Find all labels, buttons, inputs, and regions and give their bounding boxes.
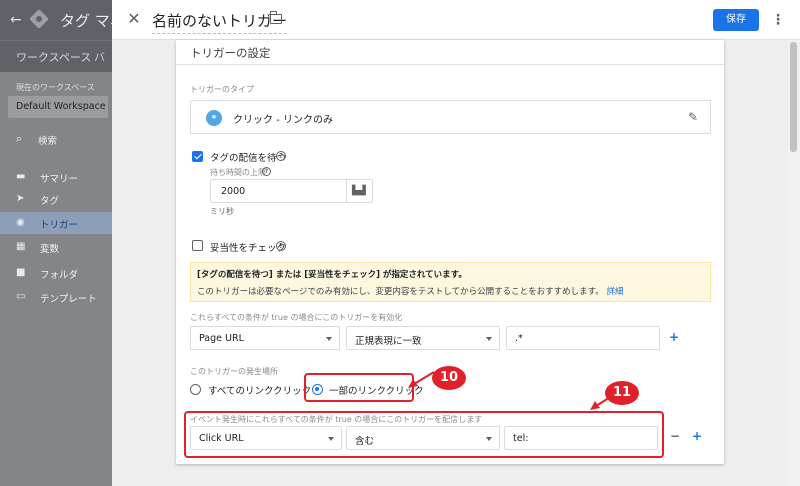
help-icon[interactable]: ? [276, 241, 286, 251]
enable-variable-select[interactable]: Page URL [190, 326, 340, 350]
trigger-icon: ◉ [16, 217, 25, 228]
max-wait-input[interactable]: 2000 ▙▟ [210, 179, 373, 203]
tag-icon: ➤ [16, 193, 25, 204]
highlight-box-11 [184, 411, 664, 458]
notice-details-link[interactable]: 詳細 [606, 287, 623, 297]
trigger-config-card: トリガーの設定 トリガーのタイプ ⚭ クリック - リンクのみ ✎ タグの配信を… [176, 40, 724, 464]
variable-picker-icon[interactable]: ▙▟ [352, 186, 368, 196]
add-condition-icon[interactable]: + [669, 330, 679, 344]
link-icon: ⚭ [206, 110, 222, 126]
enable-conditions-label: これらすべての条件が true の場合にこのトリガーを有効化 [190, 313, 403, 322]
bg-workspace-label: 現在のワークスペース [16, 83, 95, 92]
add-condition-icon[interactable]: + [692, 429, 702, 443]
trigger-type-label: トリガーのタイプ [190, 85, 254, 94]
gtm-logo-icon [29, 9, 49, 29]
highlight-box-10 [304, 373, 414, 402]
template-icon: ▭ [16, 291, 26, 302]
dropdown-caret-icon [486, 337, 492, 341]
trigger-name-field[interactable]: 名前のないトリガー [152, 10, 288, 34]
card-divider [176, 64, 724, 65]
trigger-type-selector[interactable]: ⚭ クリック - リンクのみ ✎ [190, 100, 711, 134]
save-button[interactable]: 保存 [713, 9, 759, 31]
bg-search: ⌕ 検索 [16, 132, 58, 147]
help-icon[interactable]: ? [276, 151, 286, 161]
bg-nav-tags: ➤ タグ [16, 193, 60, 207]
enable-value-input[interactable]: .* [506, 326, 660, 350]
unit-label: ミリ秒 [210, 207, 234, 216]
edit-pencil-icon[interactable]: ✎ [688, 110, 698, 124]
variable-icon: ▦ [16, 241, 26, 252]
more-vert-icon[interactable]: ⋮ [770, 9, 786, 31]
bg-workspace-selector: Default Workspace [8, 96, 108, 118]
remove-condition-icon[interactable]: − [670, 429, 680, 443]
enable-operator-select[interactable]: 正規表現に一致 [346, 326, 500, 350]
annotation-badge-10: 10 [432, 366, 466, 390]
folder-icon: ■ [16, 267, 26, 278]
summary-icon: ▬ [16, 171, 26, 182]
radio-all-label: すべてのリンククリック [208, 386, 312, 397]
close-icon[interactable]: ✕ [124, 9, 144, 29]
trigger-type-value: クリック - リンクのみ [233, 115, 333, 126]
search-icon: ⌕ [16, 132, 23, 145]
help-icon[interactable]: ? [262, 167, 271, 176]
bg-nav-summary: ▬ サマリー [16, 171, 79, 185]
scrollbar-thumb[interactable] [790, 42, 797, 152]
bg-nav-triggers: ◉ トリガー [0, 212, 112, 234]
notice-body: このトリガーは必要なページでのみ有効にし、変更内容をテストしてから公開することを… [197, 287, 624, 297]
dropdown-caret-icon [326, 337, 332, 341]
wait-for-tags-checkbox[interactable] [192, 151, 203, 162]
validation-notice: [タグの配信を待つ] または [妥当性をチェック] が指定されています。 このト… [190, 262, 711, 302]
back-arrow-icon: ← [10, 12, 22, 28]
bg-nav-variables: ▦ 変数 [16, 241, 60, 255]
trigger-editor-header: ✕ 名前のないトリガー 保存 ⋮ [112, 0, 800, 40]
fire-on-label: このトリガーの発生場所 [190, 367, 278, 376]
bg-tab-workspace: ワークスペース [13, 51, 94, 75]
card-title: トリガーの設定 [190, 46, 271, 60]
folder-icon[interactable] [269, 11, 282, 24]
bg-nav-templates: ▭ テンプレート [16, 291, 97, 305]
annotation-badge-11: 11 [605, 381, 639, 405]
notice-title: [タグの配信を待つ] または [妥当性をチェック] が指定されています。 [197, 270, 467, 280]
radio-all-link-clicks[interactable] [190, 384, 201, 395]
max-wait-label: 待ち時間の上限 [210, 168, 266, 177]
bg-nav-folders: ■ フォルダ [16, 267, 79, 281]
wait-for-tags-label: タグの配信を待つ [210, 153, 287, 164]
check-validation-label: 妥当性をチェック [210, 243, 287, 254]
check-validation-checkbox[interactable] [192, 240, 203, 251]
bg-tab-version: バ [94, 51, 105, 64]
bg-sidebar: 現在のワークスペース Default Workspace ⌕ 検索 ▬ サマリー… [0, 72, 112, 486]
